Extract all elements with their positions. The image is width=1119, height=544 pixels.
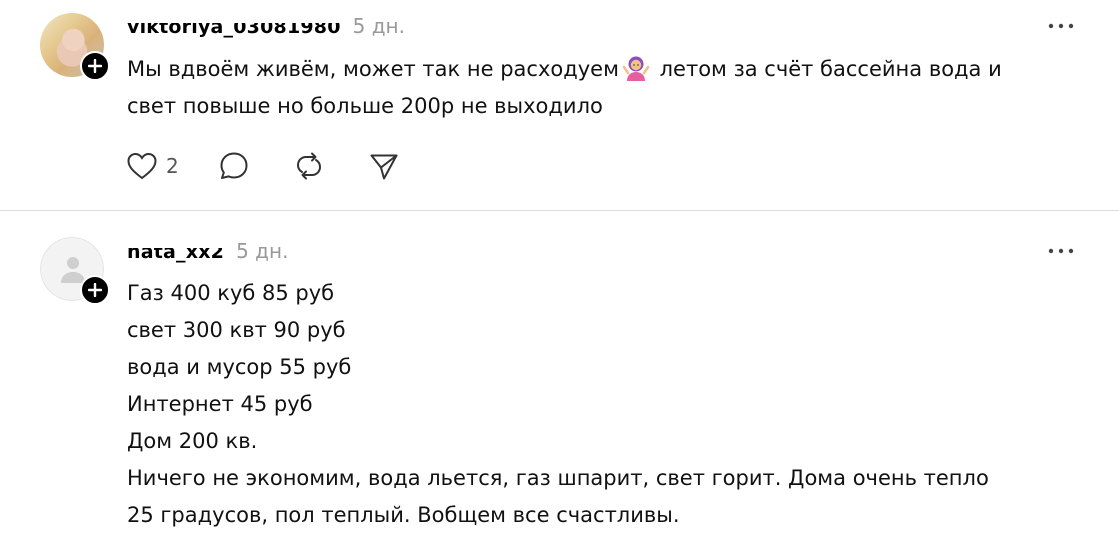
comment-text-segment: Мы вдвоём живём, может так не расходуем [127, 57, 619, 81]
more-icon [1048, 23, 1074, 29]
comment-line: Мы вдвоём живём, может так не расходуем … [127, 51, 1087, 88]
comment-line: свет 300 квт 90 руб [127, 318, 346, 342]
like-count: 2 [166, 154, 179, 178]
comment-line: Интернет 45 руб [127, 392, 313, 416]
more-options-button[interactable] [1047, 14, 1075, 38]
more-icon [1048, 248, 1074, 254]
person-shrugging-emoji [622, 56, 650, 81]
like-button[interactable]: 2 [126, 150, 218, 182]
heart-icon [127, 152, 157, 180]
reply-button[interactable] [218, 150, 293, 182]
comment-line: Газ 400 куб 85 руб [127, 281, 335, 305]
comment-header: nata_xx2 5 дн. [127, 238, 288, 265]
comment-line: Ничего не экономим, вода льется, газ шпа… [127, 466, 989, 490]
comment-item: nata_xx2 5 дн. Газ 400 куб 85 руб свет 3… [0, 211, 1119, 544]
repost-button[interactable] [293, 150, 368, 182]
timestamp[interactable]: 5 дн. [353, 13, 405, 39]
comment-text: Мы вдвоём живём, может так не расходуем … [127, 51, 1087, 125]
comment-bubble-icon [220, 152, 248, 179]
share-button[interactable] [368, 150, 400, 182]
comment-line: вода и мусор 55 руб [127, 355, 352, 379]
username[interactable]: viktoriya_03081980 [127, 23, 341, 40]
username[interactable]: nata_xx2 [127, 248, 224, 265]
follow-button[interactable] [80, 275, 110, 305]
send-icon [370, 154, 398, 180]
comment-line: свет повыше но больше 200р не выходило [127, 94, 603, 118]
comment-line: 25 градусов, пол теплый. Вобщем все счас… [127, 503, 680, 527]
follow-button[interactable] [80, 51, 110, 81]
comment-actions: 2 [126, 150, 400, 182]
comment-text: Газ 400 куб 85 руб свет 300 квт 90 руб в… [127, 275, 1087, 534]
plus-icon [88, 59, 102, 73]
comment-header: viktoriya_03081980 5 дн. [127, 13, 405, 40]
comment-text-segment: летом за счёт бассейна вода и [652, 57, 1002, 81]
comment-item: viktoriya_03081980 5 дн. Мы вдвоём живём… [0, 0, 1119, 210]
repost-icon [296, 152, 322, 180]
plus-icon [88, 283, 102, 297]
more-options-button[interactable] [1047, 239, 1075, 263]
comment-line: Дом 200 кв. [127, 429, 258, 453]
timestamp[interactable]: 5 дн. [236, 238, 288, 264]
